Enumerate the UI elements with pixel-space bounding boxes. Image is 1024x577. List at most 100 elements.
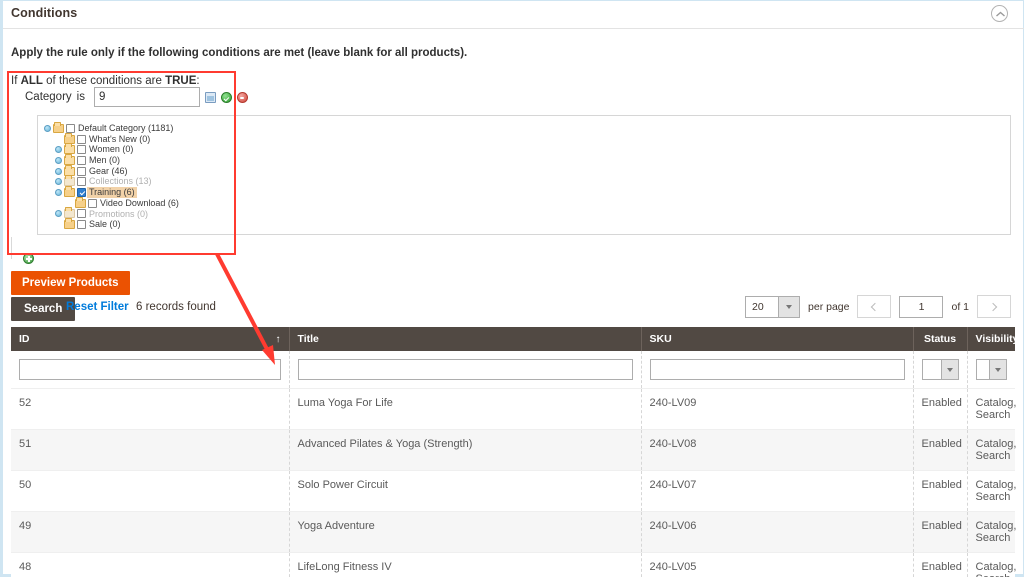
tree-spacer-icon [55,136,62,143]
cell-visibility: Catalog, Search [967,430,1015,471]
page-number-input[interactable] [899,296,943,318]
cell-visibility: Catalog, Search [967,471,1015,512]
reset-filter-link[interactable]: Reset Filter [66,301,129,313]
cell-status: Enabled [913,512,967,553]
products-grid: ID↑TitleSKUStatusVisibility 52Luma Yoga … [11,327,1015,577]
grid-filter-select[interactable] [976,359,1008,380]
category-checkbox[interactable] [77,145,86,154]
grid-column-header[interactable]: Visibility [967,327,1015,351]
total-pages-label: of 1 [951,301,969,313]
condition-aggregator[interactable]: ALL [21,75,43,87]
expand-node-icon[interactable] [55,157,62,164]
section-header: Conditions [3,1,1024,29]
preview-products-button[interactable]: Preview Products [11,271,130,295]
condition-row: Category is [25,87,248,107]
condition-value-word[interactable]: TRUE [165,75,196,87]
grid-column-header[interactable]: SKU [641,327,913,351]
condition-operator[interactable]: is [77,91,85,103]
tree-spacer-icon [55,221,62,228]
folder-icon [64,209,75,218]
table-row[interactable]: 49Yoga Adventure240-LV06EnabledCatalog, … [11,512,1015,553]
chevron-down-icon[interactable] [778,297,799,317]
category-checkbox[interactable] [77,220,86,229]
table-row[interactable]: 50Solo Power Circuit240-LV07EnabledCatal… [11,471,1015,512]
grid-column-label: Visibility [976,333,1019,345]
per-page-select[interactable]: 20 [745,296,800,318]
cell-id: 52 [11,389,289,430]
category-tree-node[interactable]: Men (0) [55,155,181,166]
table-row[interactable]: 48LifeLong Fitness IV240-LV05EnabledCata… [11,553,1015,577]
expand-node-icon[interactable] [55,168,62,175]
category-tree-node[interactable]: Promotions (0) [55,209,181,220]
collapse-node-icon[interactable] [55,189,62,196]
cell-title: Advanced Pilates & Yoga (Strength) [289,430,641,471]
category-checkbox[interactable] [66,124,75,133]
apply-check-icon[interactable] [221,92,232,103]
grid-column-header[interactable]: ID↑ [11,327,289,351]
cell-status: Enabled [913,553,967,577]
chevron-down-icon[interactable] [941,360,958,379]
next-page-button[interactable] [977,295,1011,318]
grid-filter-input[interactable] [650,359,905,380]
category-tree-node[interactable]: Default Category (1181) [44,123,181,134]
chooser-grid-icon[interactable] [205,92,216,103]
category-label: Default Category (1181) [76,123,175,134]
category-tree-node[interactable]: Training (6) [55,187,181,198]
condition-statement: If ALL of these conditions are TRUE: [11,75,200,87]
table-row[interactable]: 52Luma Yoga For Life240-LV09EnabledCatal… [11,389,1015,430]
grid-filter-select-value [923,360,941,379]
chevron-down-icon[interactable] [989,360,1006,379]
category-tree-node[interactable]: What's New (0) [55,134,181,145]
chevron-left-icon [871,302,879,310]
sort-ascending-icon: ↑ [276,334,281,345]
condition-attribute[interactable]: Category [25,91,72,103]
grid-column-header[interactable]: Status [913,327,967,351]
category-tree-node[interactable]: Sale (0) [55,219,181,230]
remove-minus-icon[interactable] [237,92,248,103]
folder-icon [64,167,75,176]
cell-sku: 240-LV07 [641,471,913,512]
cell-status: Enabled [913,471,967,512]
condition-value-input[interactable] [94,87,200,107]
expand-node-icon[interactable] [55,210,62,217]
cell-title: LifeLong Fitness IV [289,553,641,577]
category-tree-node[interactable]: Collections (13) [55,176,181,187]
cell-status: Enabled [913,389,967,430]
grid-filter-input[interactable] [19,359,281,380]
records-found-label: 6 records found [136,301,216,313]
add-condition-plus-icon[interactable] [23,253,34,264]
chevron-up-circle-icon[interactable] [991,5,1008,22]
intro-text: Apply the rule only if the following con… [11,47,467,59]
category-label: Gear (46) [87,166,130,177]
expand-node-icon[interactable] [55,146,62,153]
expand-node-icon[interactable] [55,178,62,185]
cell-sku: 240-LV06 [641,512,913,553]
category-tree-node[interactable]: Video Download (6) [66,198,181,209]
category-checkbox[interactable] [77,167,86,176]
category-label: Collections (13) [87,176,154,187]
folder-icon [64,156,75,165]
category-label: Training (6) [87,187,137,198]
folder-icon [53,124,64,133]
category-tree-node[interactable]: Gear (46) [55,166,181,177]
cell-visibility: Catalog, Search [967,512,1015,553]
per-page-label: per page [808,301,849,313]
collapse-node-icon[interactable] [44,125,51,132]
category-checkbox[interactable] [88,199,97,208]
cell-id: 50 [11,471,289,512]
previous-page-button[interactable] [857,295,891,318]
category-checkbox[interactable] [77,209,86,218]
grid-column-header[interactable]: Title [289,327,641,351]
category-tree-node[interactable]: Women (0) [55,144,181,155]
grid-filter-select[interactable] [922,359,959,380]
folder-icon [64,135,75,144]
folder-icon [75,199,86,208]
category-checkbox[interactable] [77,156,86,165]
category-checkbox[interactable] [77,135,86,144]
category-checkbox[interactable] [77,177,86,186]
grid-filter-input[interactable] [298,359,633,380]
condition-connector-line [11,237,12,259]
category-checkbox[interactable] [77,188,86,197]
cell-id: 51 [11,430,289,471]
table-row[interactable]: 51Advanced Pilates & Yoga (Strength)240-… [11,430,1015,471]
